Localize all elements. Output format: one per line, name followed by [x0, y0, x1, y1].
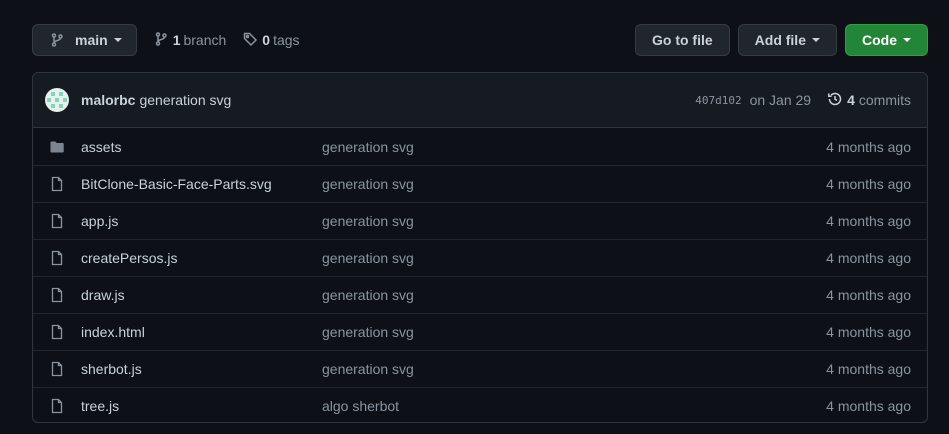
tag-word: tags	[273, 32, 300, 48]
avatar[interactable]	[45, 88, 69, 112]
latest-commit-bar: malorbc generation svg 407d102 on Jan 29…	[33, 73, 927, 128]
chevron-down-icon	[903, 38, 911, 42]
branch-name: main	[75, 32, 108, 48]
commit-count: 4	[847, 92, 855, 108]
file-commit-message-link[interactable]: generation svg	[322, 139, 414, 155]
branch-select-button[interactable]: main	[32, 24, 137, 56]
file-name-link[interactable]: createPersos.js	[81, 250, 322, 266]
commit-meta: 407d102 on Jan 29 4 commits	[695, 91, 911, 110]
file-icon	[49, 250, 65, 266]
chevron-down-icon	[812, 38, 820, 42]
file-row: createPersos.js generation svg 4 months ag…	[33, 239, 927, 276]
file-icon	[49, 324, 65, 340]
file-commit-message-link[interactable]: generation svg	[322, 213, 414, 229]
file-row: tree.js algo sherbot 4 months ago	[33, 387, 927, 422]
file-commit-age: 4 months ago	[826, 250, 911, 266]
file-commit-age: 4 months ago	[826, 361, 911, 377]
file-row: assets generation svg 4 months ago	[33, 128, 927, 165]
file-icon	[49, 287, 65, 303]
file-commit-age: 4 months ago	[826, 138, 911, 155]
git-branch-icon	[153, 31, 169, 50]
branch-count: 1	[172, 32, 181, 48]
tag-count: 0	[262, 32, 271, 48]
file-icon	[49, 176, 65, 192]
code-label: Code	[862, 32, 897, 48]
branch-word: branch	[183, 32, 227, 48]
commit-sha-link[interactable]: 407d102	[695, 94, 741, 107]
commit-history-link[interactable]: 4 commits	[827, 91, 911, 110]
commit-message-link[interactable]: generation svg	[139, 92, 231, 108]
repo-toolbar: main 1 branch 0 tags Go to file Add file…	[32, 24, 928, 56]
chevron-down-icon	[113, 38, 122, 42]
branches-link[interactable]: 1 branch	[153, 31, 227, 50]
file-commit-age: 4 months ago	[826, 287, 911, 303]
file-row: draw.js generation svg 4 months ago	[33, 276, 927, 313]
file-commit-age: 4 months ago	[826, 213, 911, 229]
file-name-link[interactable]: draw.js	[81, 287, 322, 303]
file-row: sherbot.js generation svg 4 months ago	[33, 350, 927, 387]
file-icon	[49, 398, 65, 414]
file-row: index.html generation svg 4 months ago	[33, 313, 927, 350]
file-commit-message-link[interactable]: generation svg	[322, 287, 414, 303]
file-commit-message-link[interactable]: generation svg	[322, 176, 414, 192]
commit-author-link[interactable]: malorbc	[81, 92, 135, 108]
file-list: assets generation svg 4 months ago BitClone…	[33, 128, 927, 422]
file-commit-age: 4 months ago	[826, 324, 911, 340]
add-file-label: Add file	[754, 32, 806, 48]
file-name-link[interactable]: assets	[81, 139, 322, 155]
file-commit-age: 4 months ago	[826, 398, 911, 414]
file-actions: Go to file Add file Code	[634, 24, 928, 56]
file-commit-age: 4 months ago	[826, 176, 911, 192]
file-name-link[interactable]: BitClone-Basic-Face-Parts.svg	[81, 176, 322, 192]
file-row: BitClone-Basic-Face-Parts.svg generation …	[33, 165, 927, 202]
folder-icon	[49, 139, 65, 155]
file-commit-message-link[interactable]: algo sherbot	[322, 398, 399, 414]
history-icon	[827, 91, 843, 110]
file-browser: malorbc generation svg 407d102 on Jan 29…	[32, 72, 928, 423]
file-icon	[49, 361, 65, 377]
file-commit-message-link[interactable]: generation svg	[322, 324, 414, 340]
file-icon	[49, 213, 65, 229]
file-commit-message-link[interactable]: generation svg	[322, 361, 414, 377]
go-to-file-button[interactable]: Go to file	[634, 24, 730, 56]
code-button[interactable]: Code	[845, 24, 928, 56]
file-name-link[interactable]: sherbot.js	[81, 361, 322, 377]
commit-date: on Jan 29	[749, 92, 812, 108]
file-name-link[interactable]: tree.js	[81, 398, 322, 414]
tag-icon	[242, 31, 258, 50]
file-name-link[interactable]: app.js	[81, 213, 322, 229]
git-branch-icon	[49, 32, 65, 48]
file-commit-message-link[interactable]: generation svg	[322, 250, 414, 266]
file-row: app.js generation svg 4 months ago	[33, 202, 927, 239]
commit-word: commits	[858, 92, 911, 108]
file-name-link[interactable]: index.html	[81, 324, 322, 340]
tags-link[interactable]: 0 tags	[242, 31, 300, 50]
add-file-button[interactable]: Add file	[737, 24, 837, 56]
